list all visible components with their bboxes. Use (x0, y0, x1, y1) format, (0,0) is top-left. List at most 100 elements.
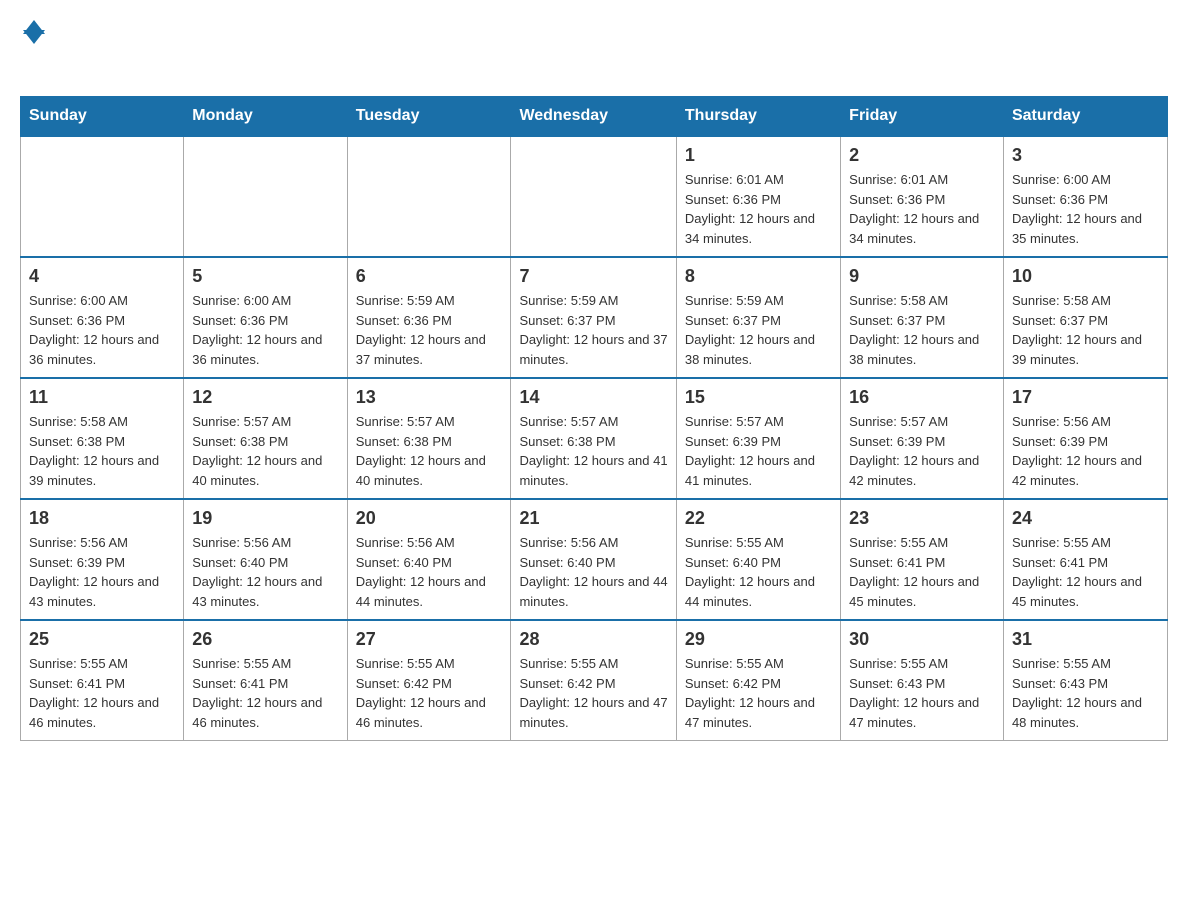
calendar-cell: 1 Sunrise: 6:01 AM Sunset: 6:36 PM Daylig… (676, 136, 840, 257)
day-info: Sunrise: 5:56 AM Sunset: 6:40 PM Dayligh… (192, 533, 338, 611)
week-row: 4 Sunrise: 6:00 AM Sunset: 6:36 PM Daylig… (21, 257, 1168, 378)
day-number: 24 (1012, 508, 1159, 529)
calendar-cell: 17 Sunrise: 5:56 AM Sunset: 6:39 PM Dayli… (1003, 378, 1167, 499)
calendar-cell: 21 Sunrise: 5:56 AM Sunset: 6:40 PM Dayli… (511, 499, 676, 620)
day-number: 30 (849, 629, 995, 650)
day-info: Sunrise: 5:57 AM Sunset: 6:38 PM Dayligh… (519, 412, 667, 490)
day-info: Sunrise: 6:00 AM Sunset: 6:36 PM Dayligh… (1012, 170, 1159, 248)
calendar-cell: 4 Sunrise: 6:00 AM Sunset: 6:36 PM Daylig… (21, 257, 184, 378)
calendar-cell: 15 Sunrise: 5:57 AM Sunset: 6:39 PM Dayli… (676, 378, 840, 499)
days-of-week-row: SundayMondayTuesdayWednesdayThursdayFrid… (21, 97, 1168, 137)
day-number: 4 (29, 266, 175, 287)
calendar-cell: 27 Sunrise: 5:55 AM Sunset: 6:42 PM Dayli… (347, 620, 511, 741)
day-of-week-header: Saturday (1003, 97, 1167, 137)
day-info: Sunrise: 5:59 AM Sunset: 6:37 PM Dayligh… (519, 291, 667, 369)
day-info: Sunrise: 5:59 AM Sunset: 6:36 PM Dayligh… (356, 291, 503, 369)
day-number: 19 (192, 508, 338, 529)
week-row: 11 Sunrise: 5:58 AM Sunset: 6:38 PM Dayli… (21, 378, 1168, 499)
day-number: 8 (685, 266, 832, 287)
day-number: 16 (849, 387, 995, 408)
calendar-cell: 26 Sunrise: 5:55 AM Sunset: 6:41 PM Dayli… (184, 620, 347, 741)
calendar-cell (347, 136, 511, 257)
day-number: 13 (356, 387, 503, 408)
calendar-cell: 20Sunrise: 5:56 AM Sunset: 6:40 PM Dayli… (347, 499, 511, 620)
day-info: Sunrise: 5:57 AM Sunset: 6:39 PM Dayligh… (849, 412, 995, 490)
day-info: Sunrise: 5:56 AM Sunset: 6:39 PM Dayligh… (1012, 412, 1159, 490)
day-info: Sunrise: 5:58 AM Sunset: 6:38 PM Dayligh… (29, 412, 175, 490)
calendar-cell: 25 Sunrise: 5:55 AM Sunset: 6:41 PM Dayli… (21, 620, 184, 741)
calendar-cell: 13Sunrise: 5:57 AM Sunset: 6:38 PM Dayli… (347, 378, 511, 499)
day-number: 11 (29, 387, 175, 408)
day-number: 6 (356, 266, 503, 287)
calendar-cell (511, 136, 676, 257)
day-number: 21 (519, 508, 667, 529)
day-info: Sunrise: 5:55 AM Sunset: 6:41 PM Dayligh… (1012, 533, 1159, 611)
day-info: Sunrise: 5:55 AM Sunset: 6:40 PM Dayligh… (685, 533, 832, 611)
calendar-cell: 23Sunrise: 5:55 AM Sunset: 6:41 PM Dayli… (841, 499, 1004, 620)
day-number: 27 (356, 629, 503, 650)
day-number: 14 (519, 387, 667, 408)
calendar-cell: 22 Sunrise: 5:55 AM Sunset: 6:40 PM Dayli… (676, 499, 840, 620)
day-info: Sunrise: 5:55 AM Sunset: 6:42 PM Dayligh… (685, 654, 832, 732)
day-number: 26 (192, 629, 338, 650)
day-info: Sunrise: 6:01 AM Sunset: 6:36 PM Dayligh… (849, 170, 995, 248)
calendar-cell: 16 Sunrise: 5:57 AM Sunset: 6:39 PM Dayli… (841, 378, 1004, 499)
day-number: 29 (685, 629, 832, 650)
day-info: Sunrise: 5:58 AM Sunset: 6:37 PM Dayligh… (1012, 291, 1159, 369)
calendar-cell (21, 136, 184, 257)
day-number: 1 (685, 145, 832, 166)
calendar-cell: 5Sunrise: 6:00 AM Sunset: 6:36 PM Daylig… (184, 257, 347, 378)
day-info: Sunrise: 5:55 AM Sunset: 6:43 PM Dayligh… (849, 654, 995, 732)
day-info: Sunrise: 5:55 AM Sunset: 6:41 PM Dayligh… (192, 654, 338, 732)
day-of-week-header: Tuesday (347, 97, 511, 137)
calendar-cell: 3 Sunrise: 6:00 AM Sunset: 6:36 PM Daylig… (1003, 136, 1167, 257)
day-number: 15 (685, 387, 832, 408)
calendar-cell: 31Sunrise: 5:55 AM Sunset: 6:43 PM Dayli… (1003, 620, 1167, 741)
day-info: Sunrise: 5:57 AM Sunset: 6:38 PM Dayligh… (192, 412, 338, 490)
day-number: 28 (519, 629, 667, 650)
day-info: Sunrise: 5:56 AM Sunset: 6:39 PM Dayligh… (29, 533, 175, 611)
day-info: Sunrise: 6:01 AM Sunset: 6:36 PM Dayligh… (685, 170, 832, 248)
calendar-cell: 14 Sunrise: 5:57 AM Sunset: 6:38 PM Dayli… (511, 378, 676, 499)
day-info: Sunrise: 6:00 AM Sunset: 6:36 PM Dayligh… (29, 291, 175, 369)
day-info: Sunrise: 5:55 AM Sunset: 6:42 PM Dayligh… (356, 654, 503, 732)
calendar-cell: 7 Sunrise: 5:59 AM Sunset: 6:37 PM Daylig… (511, 257, 676, 378)
calendar-cell: 24 Sunrise: 5:55 AM Sunset: 6:41 PM Dayli… (1003, 499, 1167, 620)
day-info: Sunrise: 5:55 AM Sunset: 6:41 PM Dayligh… (29, 654, 175, 732)
day-number: 3 (1012, 145, 1159, 166)
day-number: 12 (192, 387, 338, 408)
day-number: 10 (1012, 266, 1159, 287)
day-info: Sunrise: 5:55 AM Sunset: 6:42 PM Dayligh… (519, 654, 667, 732)
day-number: 2 (849, 145, 995, 166)
day-number: 5 (192, 266, 338, 287)
week-row: 1 Sunrise: 6:01 AM Sunset: 6:36 PM Daylig… (21, 136, 1168, 257)
day-number: 25 (29, 629, 175, 650)
week-row: 25 Sunrise: 5:55 AM Sunset: 6:41 PM Dayli… (21, 620, 1168, 741)
day-of-week-header: Friday (841, 97, 1004, 137)
calendar-cell (184, 136, 347, 257)
day-number: 31 (1012, 629, 1159, 650)
calendar-cell: 2 Sunrise: 6:01 AM Sunset: 6:36 PM Daylig… (841, 136, 1004, 257)
calendar-cell: 18Sunrise: 5:56 AM Sunset: 6:39 PM Dayli… (21, 499, 184, 620)
day-of-week-header: Monday (184, 97, 347, 137)
day-info: Sunrise: 5:55 AM Sunset: 6:41 PM Dayligh… (849, 533, 995, 611)
day-number: 17 (1012, 387, 1159, 408)
day-number: 7 (519, 266, 667, 287)
day-number: 20 (356, 508, 503, 529)
page-header (20, 20, 1168, 76)
calendar-table: SundayMondayTuesdayWednesdayThursdayFrid… (20, 96, 1168, 741)
day-of-week-header: Thursday (676, 97, 840, 137)
calendar-cell: 10 Sunrise: 5:58 AM Sunset: 6:37 PM Dayli… (1003, 257, 1167, 378)
day-info: Sunrise: 5:56 AM Sunset: 6:40 PM Dayligh… (519, 533, 667, 611)
day-info: Sunrise: 5:57 AM Sunset: 6:39 PM Dayligh… (685, 412, 832, 490)
calendar-cell: 8 Sunrise: 5:59 AM Sunset: 6:37 PM Daylig… (676, 257, 840, 378)
day-info: Sunrise: 5:58 AM Sunset: 6:37 PM Dayligh… (849, 291, 995, 369)
day-number: 22 (685, 508, 832, 529)
calendar-cell: 28 Sunrise: 5:55 AM Sunset: 6:42 PM Dayli… (511, 620, 676, 741)
day-info: Sunrise: 5:59 AM Sunset: 6:37 PM Dayligh… (685, 291, 832, 369)
week-row: 18Sunrise: 5:56 AM Sunset: 6:39 PM Dayli… (21, 499, 1168, 620)
day-of-week-header: Wednesday (511, 97, 676, 137)
day-of-week-header: Sunday (21, 97, 184, 137)
calendar-cell: 11 Sunrise: 5:58 AM Sunset: 6:38 PM Dayli… (21, 378, 184, 499)
calendar-cell: 12 Sunrise: 5:57 AM Sunset: 6:38 PM Dayli… (184, 378, 347, 499)
